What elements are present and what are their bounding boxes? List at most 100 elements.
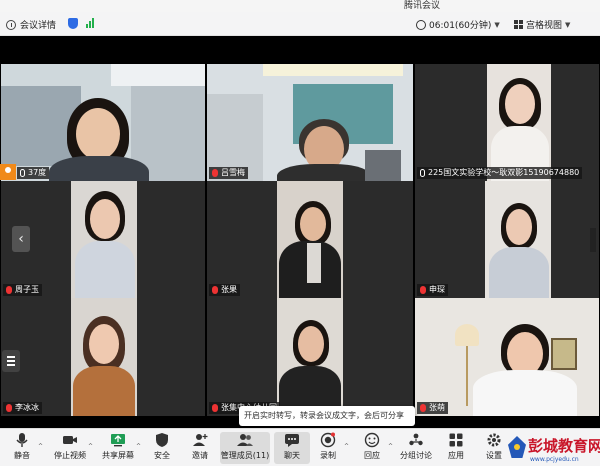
mute-button[interactable]: 静音: [4, 432, 40, 464]
info-icon: [6, 19, 16, 30]
stop-video-label: 停止视频: [54, 451, 86, 460]
video-tile[interactable]: 37度: [1, 64, 205, 181]
participant-name-tag: 申琛: [417, 284, 448, 296]
shield-icon: [156, 433, 168, 447]
layout-switch-button[interactable]: 宫格视图 ▼: [514, 18, 570, 31]
chevron-up-icon[interactable]: ^: [136, 443, 141, 450]
microphone-muted-icon: [420, 286, 426, 294]
share-screen-button[interactable]: 共享屏幕: [98, 432, 138, 464]
microphone-icon: [420, 169, 425, 177]
timer-label: 06:01(60分钟): [429, 21, 492, 31]
video-tile[interactable]: 225国文实验学校～耿双影15190674880: [415, 64, 599, 181]
record-label: 录制: [320, 451, 336, 460]
microphone-muted-icon: [6, 404, 12, 412]
meeting-window: 腾讯会议 会议详情 06:01(60分钟) ▼ 宫格视图 ▼ 37度 吕雪梅 2…: [0, 0, 600, 466]
participant-name-tag: 张果: [209, 284, 240, 296]
participant-name: 225国文实验学校～耿双影15190674880: [428, 168, 580, 177]
video-tile[interactable]: 张集中心幼儿园: [207, 298, 413, 416]
share-screen-icon: [111, 434, 125, 447]
mute-label: 静音: [14, 451, 30, 460]
share-screen-label: 共享屏幕: [102, 451, 134, 460]
meeting-timer[interactable]: 06:01(60分钟) ▼: [416, 18, 500, 31]
participant-name-tag: 37度: [17, 167, 50, 179]
window-title: 腾讯会议: [404, 1, 441, 11]
interact-button[interactable]: 回应: [354, 432, 390, 464]
microphone-muted-icon: [6, 286, 12, 294]
participant-name: 张萌: [429, 403, 445, 412]
video-tile[interactable]: 李冰冰: [1, 298, 205, 416]
interact-label: 回应: [364, 451, 380, 460]
shield-icon[interactable]: [68, 18, 78, 29]
participant-name: 张果: [221, 285, 237, 294]
chevron-up-icon[interactable]: ^: [388, 443, 393, 450]
video-feed: [1, 64, 205, 181]
video-feed: [415, 181, 599, 298]
clock-icon: [416, 19, 426, 30]
grid-icon: [514, 20, 523, 29]
chevron-up-icon[interactable]: ^: [38, 443, 43, 450]
chevron-up-icon[interactable]: ^: [344, 443, 349, 450]
apps-icon: [449, 433, 463, 447]
video-feed: [1, 298, 205, 416]
chevron-up-icon[interactable]: ^: [88, 443, 93, 450]
chat-label: 聊天: [284, 451, 300, 460]
participant-name: 吕雪梅: [221, 168, 245, 177]
layout-label: 宫格视图: [526, 21, 563, 31]
video-feed: [207, 298, 413, 416]
next-page-button[interactable]: [590, 228, 596, 252]
video-feed: [415, 298, 599, 416]
microphone-muted-icon: [212, 169, 218, 177]
user-icon[interactable]: [0, 164, 16, 180]
record-icon: [320, 432, 336, 448]
participant-name: 37度: [28, 168, 47, 177]
chat-button[interactable]: 聊天: [274, 432, 310, 464]
reaction-icon: [364, 432, 380, 448]
apps-label: 应用: [448, 451, 464, 460]
stop-video-button[interactable]: 停止视频: [50, 432, 90, 464]
gear-icon: [487, 433, 501, 447]
title-bar: 腾讯会议: [0, 0, 600, 12]
participant-name-tag: 李冰冰: [3, 402, 42, 414]
watermark-name: 彭城教育网: [528, 437, 600, 455]
microphone-muted-icon: [420, 404, 426, 412]
video-feed: [207, 181, 413, 298]
watermark-url: www.pcjyedu.cn: [530, 456, 579, 463]
video-tile[interactable]: 申琛: [415, 181, 599, 298]
microphone-icon: [20, 169, 25, 177]
previous-page-button[interactable]: ‹: [12, 226, 30, 252]
participant-name-tag: 吕雪梅: [209, 167, 248, 179]
security-label: 安全: [154, 451, 170, 460]
meeting-details-label: 会议详情: [20, 21, 57, 31]
meeting-details-button[interactable]: 会议详情: [6, 18, 56, 31]
invite-button[interactable]: 邀请: [182, 432, 218, 464]
camera-icon: [63, 436, 77, 444]
video-tile[interactable]: 周子玉: [1, 181, 205, 298]
watermark-logo: 彭城教育网 www.pcjyedu.cn: [508, 434, 600, 466]
add-user-icon: [193, 434, 208, 446]
participant-name: 申琛: [429, 285, 445, 294]
microphone-icon: [16, 433, 28, 447]
participant-name: 周子玉: [15, 285, 39, 294]
video-tile[interactable]: 张萌: [415, 298, 599, 416]
invite-label: 邀请: [192, 451, 208, 460]
participant-list-icon[interactable]: [2, 350, 20, 372]
video-tile[interactable]: 张果: [207, 181, 413, 298]
transcription-tip[interactable]: 开启实时转写，转录会议成文字，会后可分享: [239, 406, 415, 426]
security-button[interactable]: 安全: [144, 432, 180, 464]
video-tile[interactable]: 吕雪梅: [207, 64, 413, 181]
members-icon: [237, 434, 253, 446]
record-button[interactable]: 录制: [310, 432, 346, 464]
video-feed: [207, 64, 413, 181]
breakout-rooms-button[interactable]: 分组讨论: [396, 432, 436, 464]
participant-name-tag: 225国文实验学校～耿双影15190674880: [417, 167, 583, 179]
apps-button[interactable]: 应用: [438, 432, 474, 464]
participant-name-tag: 周子玉: [3, 284, 42, 296]
participant-name: 李冰冰: [15, 403, 39, 412]
settings-label: 设置: [486, 451, 502, 460]
breakout-rooms-label: 分组讨论: [400, 451, 432, 460]
settings-button[interactable]: 设置: [476, 432, 512, 464]
top-toolbar: 会议详情 06:01(60分钟) ▼ 宫格视图 ▼: [0, 12, 600, 36]
signal-icon[interactable]: [86, 18, 94, 28]
microphone-muted-icon: [212, 286, 218, 294]
manage-members-button[interactable]: 管理成员(11): [220, 432, 270, 464]
